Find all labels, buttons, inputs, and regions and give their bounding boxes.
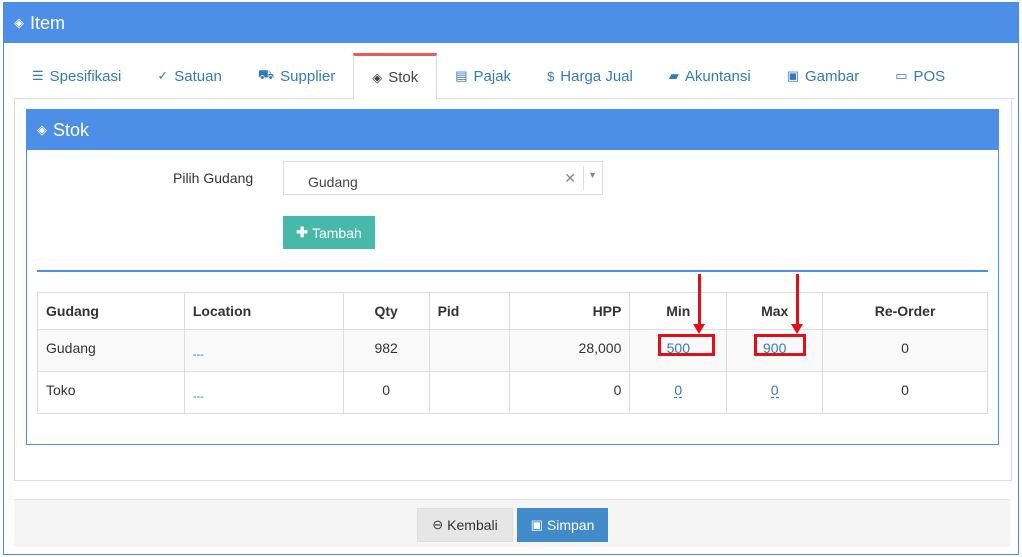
col-header-qty: Qty	[342, 292, 430, 330]
cell-reorder: 0	[822, 371, 988, 414]
tab-label: Harga Jual	[560, 67, 633, 85]
panel-header: ◈ Stok	[27, 110, 998, 150]
annotation-arrow-max	[791, 274, 803, 334]
item-window: ◈ Item ☰ Spesifikasi ✓ Satuan ⛟ Supplier ◈ S…	[3, 2, 1019, 555]
tab-label: Satuan	[174, 67, 222, 85]
annotation-highlight-max	[754, 334, 806, 356]
gudang-select-value: Gudang	[308, 174, 358, 190]
cube-icon: ◈	[372, 69, 383, 85]
tab-label: Gambar	[805, 67, 860, 85]
location-edit-link[interactable]: ---	[193, 350, 335, 361]
tab-harga-jual[interactable]: $ Harga Jual	[529, 53, 651, 99]
chevron-down-icon[interactable]: ▼	[588, 170, 597, 180]
tambah-button[interactable]: ✚ Tambah	[283, 216, 375, 249]
cell-hpp: 0	[509, 371, 631, 414]
dollar-icon: $	[547, 68, 555, 84]
cell-gudang: Gudang	[37, 329, 185, 372]
list-icon: ☰	[32, 68, 44, 83]
stok-panel: ◈ Stok Pilih Gudang Gudang ✕ ▼ ✚ Tambah	[26, 109, 999, 445]
table-row: Gudang --- 982 28,000 500 900 0	[37, 329, 988, 372]
cell-location: ---	[183, 371, 344, 414]
tab-content: ◈ Stok Pilih Gudang Gudang ✕ ▼ ✚ Tambah	[14, 99, 1012, 481]
cell-gudang: Toko	[37, 371, 185, 414]
col-header-reorder: Re-Order	[822, 292, 988, 330]
stok-table: Gudang Location Qty Pid HPP Min Max Re-O…	[37, 292, 988, 414]
kembali-button[interactable]: ⊖ Kembali	[417, 508, 513, 542]
simpan-label: Simpan	[546, 517, 595, 533]
list-alt-icon: ▤	[455, 68, 468, 83]
table-row: Toko --- 0 0 0 0 0	[37, 371, 988, 414]
tab-gambar[interactable]: ▣ Gambar	[769, 53, 877, 99]
col-header-gudang: Gudang	[37, 292, 185, 330]
tab-label: POS	[913, 67, 946, 85]
tab-akuntansi[interactable]: ▰ Akuntansi	[651, 53, 769, 99]
tab-label: Akuntansi	[684, 67, 751, 85]
tab-supplier[interactable]: ⛟ Supplier	[240, 53, 353, 99]
cell-reorder: 0	[822, 329, 988, 372]
annotation-highlight-min	[658, 334, 715, 356]
table-header-row: Gudang Location Qty Pid HPP Min Max Re-O…	[37, 292, 988, 330]
kembali-label: Kembali	[447, 517, 498, 533]
tab-bar: ☰ Spesifikasi ✓ Satuan ⛟ Supplier ◈ Stok ▤ Pa…	[14, 53, 1014, 100]
cell-hpp: 28,000	[509, 329, 631, 372]
location-edit-link[interactable]: ---	[193, 392, 335, 403]
cube-icon: ◈	[37, 122, 47, 137]
min-edit-link[interactable]: 0	[674, 383, 683, 398]
tab-spesifikasi[interactable]: ☰ Spesifikasi	[14, 53, 139, 99]
tab-stok[interactable]: ◈ Stok	[353, 53, 438, 100]
tab-label: Spesifikasi	[49, 67, 122, 85]
window-header: ◈ Item	[4, 3, 1018, 43]
simpan-button[interactable]: ▣ Simpan	[517, 508, 608, 542]
col-header-min: Min	[629, 292, 728, 330]
window-title: Item	[30, 12, 66, 33]
panel-title: Stok	[53, 119, 90, 140]
cube-icon: ◈	[14, 15, 24, 30]
tab-label: Supplier	[280, 67, 336, 85]
tambah-label: Tambah	[311, 224, 362, 241]
tab-pajak[interactable]: ▤ Pajak	[437, 53, 529, 99]
book-icon: ▰	[668, 68, 679, 83]
check-circle-icon: ✓	[157, 68, 169, 83]
cell-max: 0	[726, 371, 824, 414]
cell-qty: 0	[342, 371, 430, 414]
cell-qty: 982	[342, 329, 430, 372]
annotation-arrow-min	[693, 274, 705, 334]
tab-label: Stok	[388, 69, 419, 86]
arrow-left-circle-icon: ⊖	[432, 517, 444, 532]
col-header-hpp: HPP	[509, 292, 631, 330]
pilih-gudang-label: Pilih Gudang	[173, 170, 254, 186]
truck-icon: ⛟	[257, 67, 275, 82]
col-header-location: Location	[183, 292, 344, 330]
image-icon: ▣	[786, 68, 800, 83]
save-icon: ▣	[530, 517, 543, 532]
cell-location: ---	[183, 329, 344, 372]
divider	[37, 270, 988, 272]
footer-bar: ⊖ Kembali ▣ Simpan	[14, 499, 1010, 547]
cell-pid	[428, 371, 511, 414]
select-separator	[583, 166, 584, 190]
monitor-icon: ▭	[895, 68, 908, 83]
gudang-select[interactable]: Gudang ✕ ▼	[283, 161, 603, 195]
clear-icon[interactable]: ✕	[564, 170, 576, 187]
max-edit-link[interactable]: 0	[770, 383, 779, 398]
cell-pid	[428, 329, 511, 372]
tab-pos[interactable]: ▭ POS	[877, 53, 963, 99]
tab-satuan[interactable]: ✓ Satuan	[139, 53, 239, 99]
tab-label: Pajak	[473, 67, 512, 85]
col-header-pid: Pid	[428, 292, 511, 330]
col-header-max: Max	[726, 292, 824, 330]
cell-min: 0	[629, 371, 728, 414]
plus-icon: ✚	[296, 224, 308, 240]
